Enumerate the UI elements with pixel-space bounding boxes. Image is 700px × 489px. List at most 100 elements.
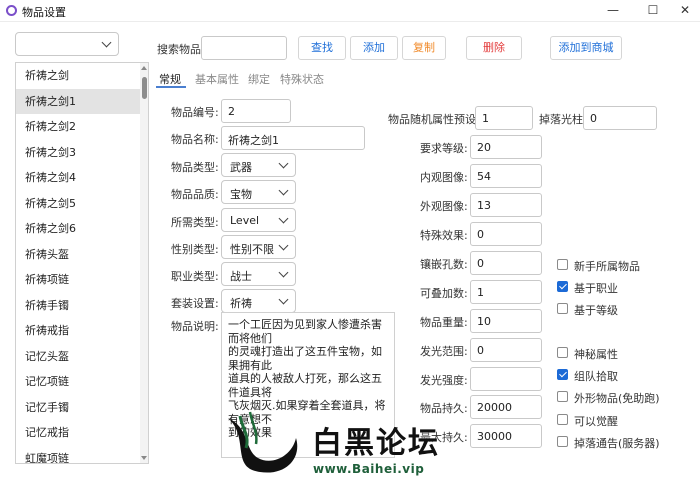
newbie-item-checkbox[interactable] xyxy=(557,259,568,270)
chevron-down-icon xyxy=(278,240,289,251)
random-preset-input[interactable]: 1 xyxy=(475,106,533,130)
list-scrollbar[interactable] xyxy=(140,63,148,463)
item-id-input[interactable]: 2 xyxy=(221,99,291,123)
list-item[interactable]: 祈祷之剑6 xyxy=(16,216,140,242)
gender-type-select[interactable]: 性别不限 xyxy=(221,235,296,259)
job-based-checkbox[interactable] xyxy=(557,281,568,292)
team-pickup-label: 组队拾取 xyxy=(574,370,618,383)
newbie-item-label: 新手所属物品 xyxy=(574,260,640,273)
glow-range-value: 0 xyxy=(477,344,484,357)
inner-image-label: 内观图像: xyxy=(420,171,468,184)
search-input[interactable] xyxy=(201,36,287,60)
mystic-attribute-checkbox[interactable] xyxy=(557,347,568,358)
list-item[interactable]: 祈祷手镯 xyxy=(16,293,140,319)
scroll-thumb[interactable] xyxy=(142,77,147,99)
app-icon xyxy=(6,5,17,16)
item-weight-input[interactable]: 10 xyxy=(470,309,542,333)
description-label: 物品说明: xyxy=(171,320,219,333)
search-label: 搜索物品 xyxy=(157,43,201,56)
title-bar: 物品设置 — ☐ ✕ xyxy=(0,0,700,22)
list-item[interactable]: 记忆头盔 xyxy=(16,344,140,370)
outer-image-label: 外观图像: xyxy=(420,200,468,213)
list-item[interactable]: 祈祷之剑 xyxy=(16,63,140,89)
durability-value: 20000 xyxy=(477,401,512,414)
inner-image-value: 54 xyxy=(477,170,491,183)
tab-general[interactable]: 常规 xyxy=(159,71,181,87)
copy-button[interactable]: 复制 xyxy=(402,36,446,60)
inner-image-input[interactable]: 54 xyxy=(470,164,542,188)
copy-button-label: 复制 xyxy=(413,41,435,54)
durability-input[interactable]: 20000 xyxy=(470,395,542,419)
stack-count-value: 1 xyxy=(477,286,484,299)
level-based-checkbox[interactable] xyxy=(557,303,568,314)
drop-beam-input[interactable]: 0 xyxy=(583,106,657,130)
item-type-value: 武器 xyxy=(230,161,252,174)
scroll-down-icon[interactable] xyxy=(141,456,147,460)
item-type-label: 物品类型: xyxy=(171,161,219,174)
list-item[interactable]: 祈祷之剑5 xyxy=(16,191,140,217)
window-title: 物品设置 xyxy=(22,6,66,19)
list-item[interactable]: 虹魔项链 xyxy=(16,446,140,464)
add-to-shop-button-label: 添加到商城 xyxy=(558,41,614,54)
list-item[interactable]: 祈祷之剑4 xyxy=(16,165,140,191)
glow-strength-input[interactable] xyxy=(470,367,542,391)
maximize-button[interactable]: ☐ xyxy=(638,0,668,22)
list-item[interactable]: 祈祷项链 xyxy=(16,267,140,293)
list-item[interactable]: 记忆手镯 xyxy=(16,395,140,421)
list-item[interactable]: 记忆项链 xyxy=(16,369,140,395)
special-effect-label: 特殊效果: xyxy=(420,229,468,242)
item-name-input[interactable]: 祈祷之剑1 xyxy=(221,126,365,150)
req-level-input[interactable]: 20 xyxy=(470,135,542,159)
max-durability-value: 30000 xyxy=(477,430,512,443)
random-preset-label: 物品随机属性预设: xyxy=(388,113,480,126)
drop-beam-label: 掉落光柱: xyxy=(539,113,587,126)
tab-basic-attributes[interactable]: 基本属性 xyxy=(195,71,239,87)
outer-image-input[interactable]: 13 xyxy=(470,193,542,217)
item-filter-select[interactable] xyxy=(15,32,119,56)
list-item[interactable]: 记忆戒指 xyxy=(16,420,140,446)
chevron-down-icon xyxy=(278,185,289,196)
awaken-checkbox[interactable] xyxy=(557,414,568,425)
drop-announce-checkbox[interactable] xyxy=(557,436,568,447)
job-type-select[interactable]: 战士 xyxy=(221,262,296,286)
stack-count-input[interactable]: 1 xyxy=(470,280,542,304)
mystic-attribute-label: 神秘属性 xyxy=(574,348,618,361)
delete-button[interactable]: 删除 xyxy=(466,36,522,60)
watermark-title: 白黑论坛 xyxy=(312,426,440,461)
close-button[interactable]: ✕ xyxy=(670,0,700,22)
list-item[interactable]: 祈祷戒指 xyxy=(16,318,140,344)
drop-announce-label: 掉落通告(服务器) xyxy=(574,437,660,450)
add-button[interactable]: 添加 xyxy=(350,36,398,60)
item-list[interactable]: 祈祷之剑 祈祷之剑1 祈祷之剑2 祈祷之剑3 祈祷之剑4 祈祷之剑5 祈祷之剑6… xyxy=(15,62,149,464)
socket-count-input[interactable]: 0 xyxy=(470,251,542,275)
find-button[interactable]: 查找 xyxy=(298,36,346,60)
list-item[interactable]: 祈祷之剑2 xyxy=(16,114,140,140)
item-type-select[interactable]: 武器 xyxy=(221,153,296,177)
minimize-button[interactable]: — xyxy=(598,0,628,22)
item-weight-value: 10 xyxy=(477,315,491,328)
req-type-select[interactable]: Level xyxy=(221,208,296,232)
appearance-item-checkbox[interactable] xyxy=(557,391,568,402)
max-durability-input[interactable]: 30000 xyxy=(470,424,542,448)
add-button-label: 添加 xyxy=(363,41,385,54)
scroll-up-icon[interactable] xyxy=(141,66,147,70)
item-quality-label: 物品品质: xyxy=(171,188,219,201)
socket-count-label: 镶嵌孔数: xyxy=(420,258,468,271)
outer-image-value: 13 xyxy=(477,199,491,212)
item-name-value: 祈祷之剑1 xyxy=(228,134,279,147)
awaken-label: 可以觉醒 xyxy=(574,415,618,428)
add-to-shop-button[interactable]: 添加到商城 xyxy=(550,36,622,60)
tab-special-status[interactable]: 特殊状态 xyxy=(280,71,324,87)
gender-type-value: 性别不限 xyxy=(230,243,274,256)
team-pickup-checkbox[interactable] xyxy=(557,369,568,380)
set-setting-select[interactable]: 祈祷 xyxy=(221,289,296,313)
item-quality-select[interactable]: 宝物 xyxy=(221,180,296,204)
special-effect-input[interactable]: 0 xyxy=(470,222,542,246)
tab-binding[interactable]: 绑定 xyxy=(248,71,270,87)
special-effect-value: 0 xyxy=(477,228,484,241)
list-item[interactable]: 祈祷头盔 xyxy=(16,242,140,268)
glow-range-input[interactable]: 0 xyxy=(470,338,542,362)
item-id-value: 2 xyxy=(228,105,235,118)
list-item-selected[interactable]: 祈祷之剑1 xyxy=(16,88,140,114)
list-item[interactable]: 祈祷之剑3 xyxy=(16,140,140,166)
